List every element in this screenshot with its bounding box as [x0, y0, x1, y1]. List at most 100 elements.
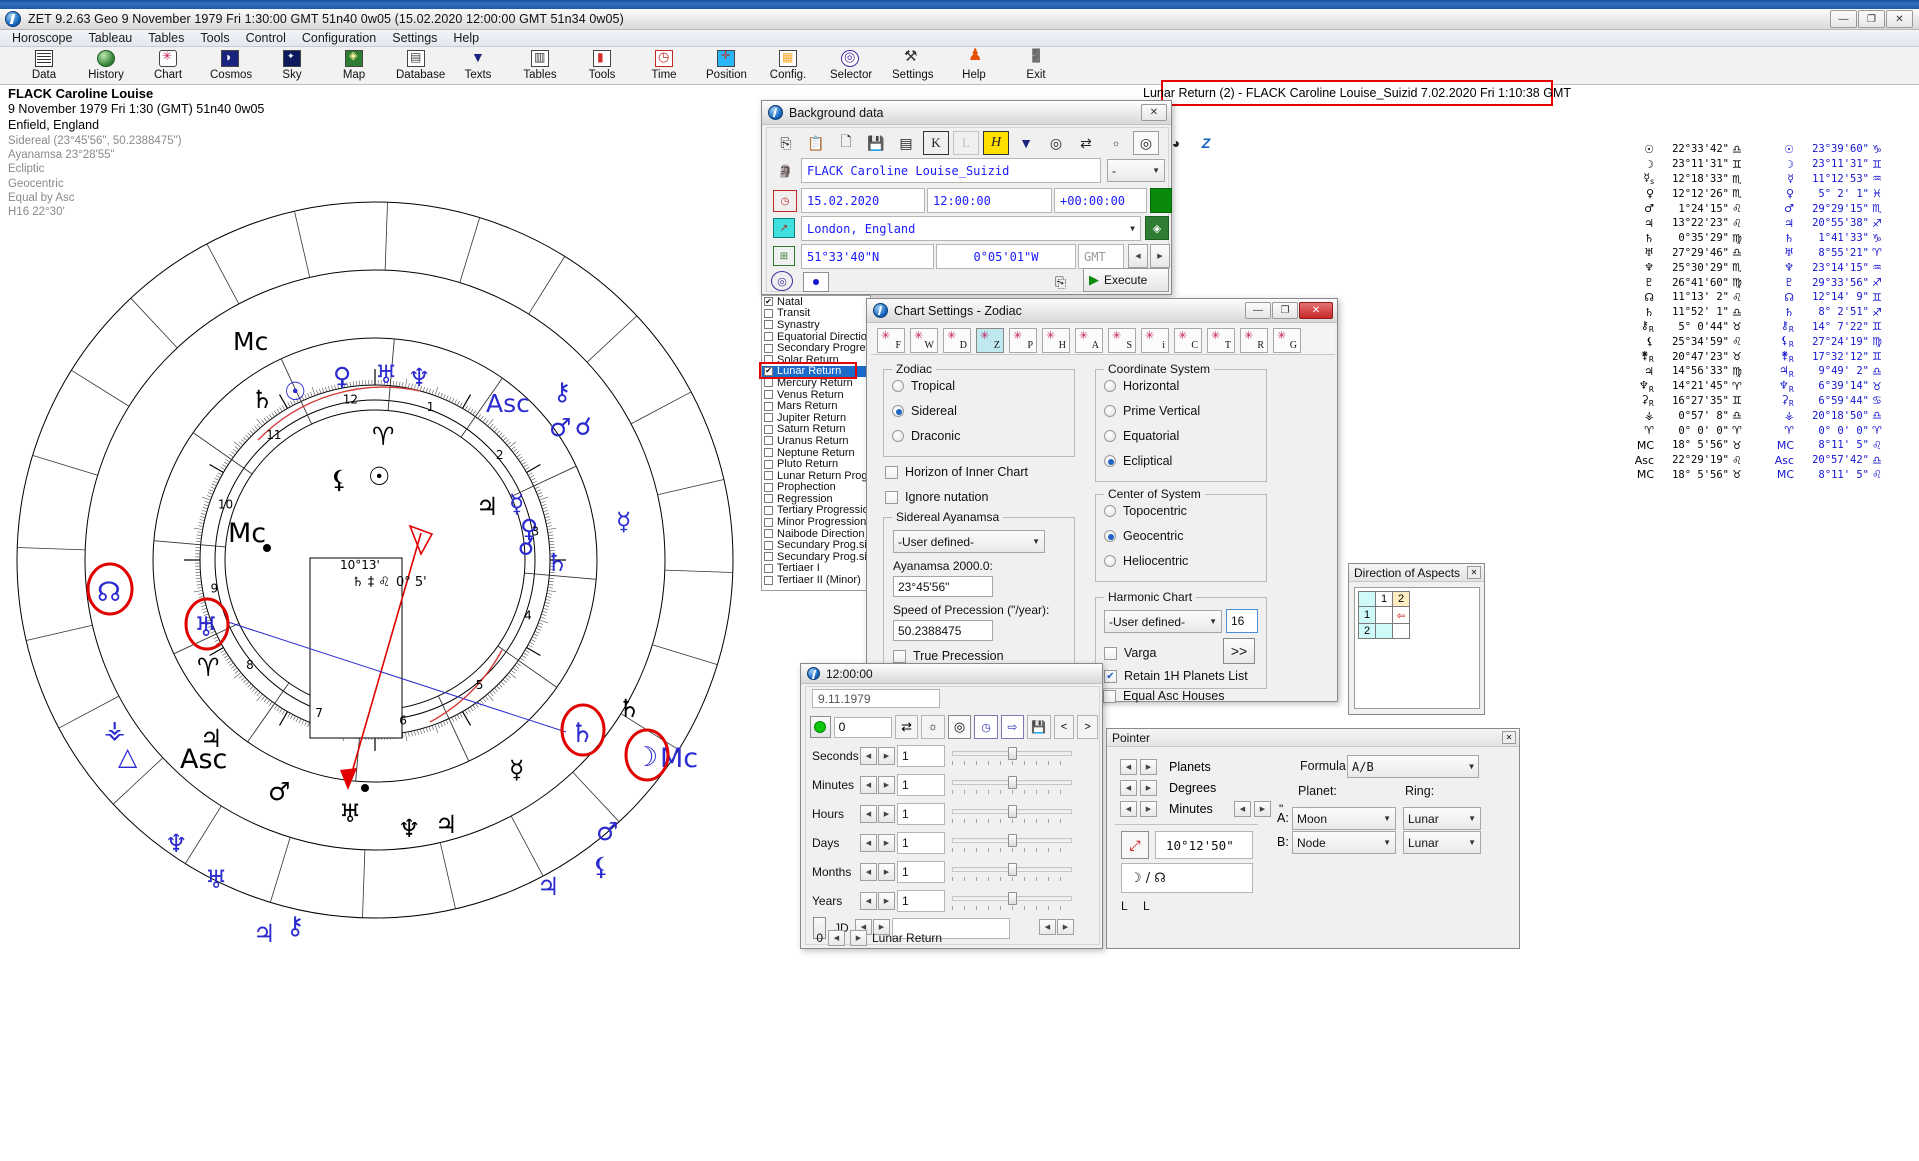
- minimize-button[interactable]: —: [1830, 10, 1857, 28]
- chart-type-item[interactable]: Tertiaer II (Minor): [762, 574, 870, 586]
- harmonic-more-button[interactable]: >>: [1223, 638, 1255, 664]
- sun-small-icon[interactable]: ☼: [1103, 131, 1129, 155]
- background-name-field[interactable]: FLACK Caroline Louise_Suizid: [801, 158, 1101, 183]
- horizon-inner-chart-option[interactable]: Horizon of Inner Chart: [885, 465, 1028, 479]
- background-latitude-field[interactable]: 51°33'40"N: [801, 244, 934, 269]
- time-step-spinner[interactable]: ◀ ▶: [860, 747, 895, 765]
- chart-type-checkbox[interactable]: ✔: [764, 366, 773, 376]
- chart-type-item[interactable]: Minor Progression: [762, 516, 870, 528]
- new-icon[interactable]: 🗋: [833, 131, 859, 155]
- chart-type-checkbox[interactable]: [764, 529, 773, 539]
- zodiac-option-sidereal[interactable]: Sidereal: [892, 404, 957, 418]
- radio-horizontal[interactable]: [1104, 380, 1116, 392]
- tz-prev-button[interactable]: ◀: [1128, 244, 1148, 268]
- copy-icon[interactable]: ⎘: [773, 131, 799, 155]
- chart-type-item[interactable]: Secundary Prog.sid.: [762, 539, 870, 551]
- checkbox-horizon-inner-chart[interactable]: [885, 465, 898, 479]
- chart-type-checkbox[interactable]: [764, 552, 773, 562]
- time-step-value[interactable]: 1: [897, 774, 945, 796]
- chart-type-item[interactable]: Synastry: [762, 319, 870, 331]
- direction-of-aspects-grid[interactable]: 1 2 1 ⇦ 2: [1354, 587, 1480, 709]
- degrees-prev-button[interactable]: ◀: [1120, 780, 1137, 796]
- chart-type-checkbox[interactable]: [764, 413, 773, 423]
- menu-tables[interactable]: Tables: [140, 30, 192, 46]
- time-step-slider[interactable]: [952, 892, 1072, 910]
- coord-option-horizontal[interactable]: Horizontal: [1104, 379, 1179, 393]
- a-ring-combo[interactable]: Lunar ▼: [1403, 807, 1481, 830]
- toolbar-cosmos[interactable]: Cosmos: [210, 47, 252, 81]
- slider-thumb[interactable]: [1008, 863, 1017, 876]
- toolbar-history[interactable]: History: [86, 47, 126, 81]
- toolbar-chart[interactable]: Chart: [148, 47, 188, 81]
- formula-combo[interactable]: A/B ▼: [1347, 755, 1479, 778]
- time-step-spinner[interactable]: ◀ ▶: [860, 776, 895, 794]
- settings-tab-G[interactable]: ✳ G: [1273, 327, 1301, 353]
- background-date-field[interactable]: 15.02.2020: [801, 188, 925, 213]
- pointer-value-field[interactable]: 10°12'50": [1155, 831, 1253, 859]
- toolbar-position[interactable]: Position: [706, 47, 747, 81]
- chart-settings-minimize-button[interactable]: —: [1245, 302, 1271, 319]
- center-option-heliocentric[interactable]: Heliocentric: [1104, 554, 1188, 568]
- radio-equatorial[interactable]: [1104, 430, 1116, 442]
- swap-icon[interactable]: ⇄: [1073, 131, 1099, 155]
- time-step-prev-button[interactable]: ◀: [860, 747, 877, 765]
- chart-type-checkbox[interactable]: ✔: [764, 297, 773, 307]
- footer-next-button[interactable]: ▶: [850, 930, 867, 946]
- time-step-spinner[interactable]: ◀ ▶: [860, 863, 895, 881]
- export-icon[interactable]: ⇨: [1000, 715, 1025, 739]
- swap-direction-icon[interactable]: ⇄: [894, 715, 919, 739]
- close-button[interactable]: ✕: [1886, 10, 1913, 28]
- time-step-next-button[interactable]: ▶: [878, 892, 895, 910]
- checkbox-true-precession[interactable]: [893, 649, 906, 663]
- menu-settings[interactable]: Settings: [384, 30, 445, 46]
- planets-next-button[interactable]: ▶: [1140, 759, 1157, 775]
- time-step-prev-button[interactable]: ◀: [860, 805, 877, 823]
- time-step-value[interactable]: 1: [897, 803, 945, 825]
- ayanamsa-value-field[interactable]: 23°45'56": [893, 576, 993, 597]
- coord-option-equatorial[interactable]: Equatorial: [1104, 429, 1179, 443]
- clock-set-icon[interactable]: ◷: [974, 715, 998, 739]
- moon-phase-icon[interactable]: ◎: [947, 715, 972, 739]
- settings-tab-T[interactable]: ✳ T: [1207, 327, 1235, 353]
- seconds-next-button[interactable]: ▶: [1254, 801, 1271, 817]
- chart-settings-close-button[interactable]: ✕: [1299, 302, 1333, 319]
- settings-tab-A[interactable]: ✳ A: [1075, 327, 1103, 353]
- chart-type-item[interactable]: Transit: [762, 307, 870, 319]
- toolbar-settings[interactable]: Settings: [892, 47, 934, 82]
- chart-type-item[interactable]: Venus Return: [762, 389, 870, 401]
- settings-tab-S[interactable]: ✳ S: [1108, 327, 1136, 353]
- aspects-cell-1-2[interactable]: ⇦: [1392, 606, 1410, 624]
- chart-type-item[interactable]: Tertiaer I: [762, 562, 870, 574]
- chart-type-checkbox[interactable]: [764, 308, 773, 318]
- time-step-spinner[interactable]: ◀ ▶: [860, 834, 895, 852]
- chart-type-item[interactable]: ✔ Lunar Return: [762, 365, 870, 377]
- a-planet-combo[interactable]: Moon ▼: [1292, 807, 1396, 830]
- paste-icon[interactable]: 📋: [803, 131, 829, 155]
- settings-tab-D[interactable]: ✳ D: [943, 327, 971, 353]
- time-step-next-button[interactable]: ▶: [878, 834, 895, 852]
- settings-tab-H[interactable]: ✳ H: [1042, 327, 1070, 353]
- aspect-toggle-icon[interactable]: ⤢: [1121, 831, 1149, 859]
- l-icon[interactable]: L: [953, 131, 979, 155]
- chart-type-item[interactable]: Saturn Return: [762, 423, 870, 435]
- chart-settings-window-controls[interactable]: — ❐ ✕: [1245, 302, 1333, 319]
- chart-type-checkbox[interactable]: [764, 424, 773, 434]
- chart-type-item[interactable]: Uranus Return: [762, 435, 870, 447]
- checkbox-equal-asc-houses[interactable]: [1103, 689, 1116, 703]
- true-precession-option[interactable]: True Precession: [893, 649, 1004, 663]
- background-time-field[interactable]: 12:00:00: [927, 188, 1052, 213]
- chart-type-checkbox[interactable]: [764, 505, 773, 515]
- settings-tab-P[interactable]: ✳ P: [1009, 327, 1037, 353]
- b-planet-combo[interactable]: Node ▼: [1292, 831, 1396, 854]
- map-picker-icon[interactable]: ◈: [1145, 216, 1169, 240]
- flag-icon[interactable]: ▼: [1013, 131, 1039, 155]
- settings-tab-C[interactable]: ✳ C: [1174, 327, 1202, 353]
- chart-type-checkbox[interactable]: [764, 517, 773, 527]
- chart-type-checkbox[interactable]: [764, 540, 773, 550]
- radio-heliocentric[interactable]: [1104, 555, 1116, 567]
- menu-help[interactable]: Help: [445, 30, 487, 46]
- chart-type-checkbox[interactable]: [764, 563, 773, 573]
- chart-type-item[interactable]: Pluto Return: [762, 458, 870, 470]
- k-icon[interactable]: K: [923, 131, 949, 155]
- toolbar-tables[interactable]: Tables: [520, 47, 560, 81]
